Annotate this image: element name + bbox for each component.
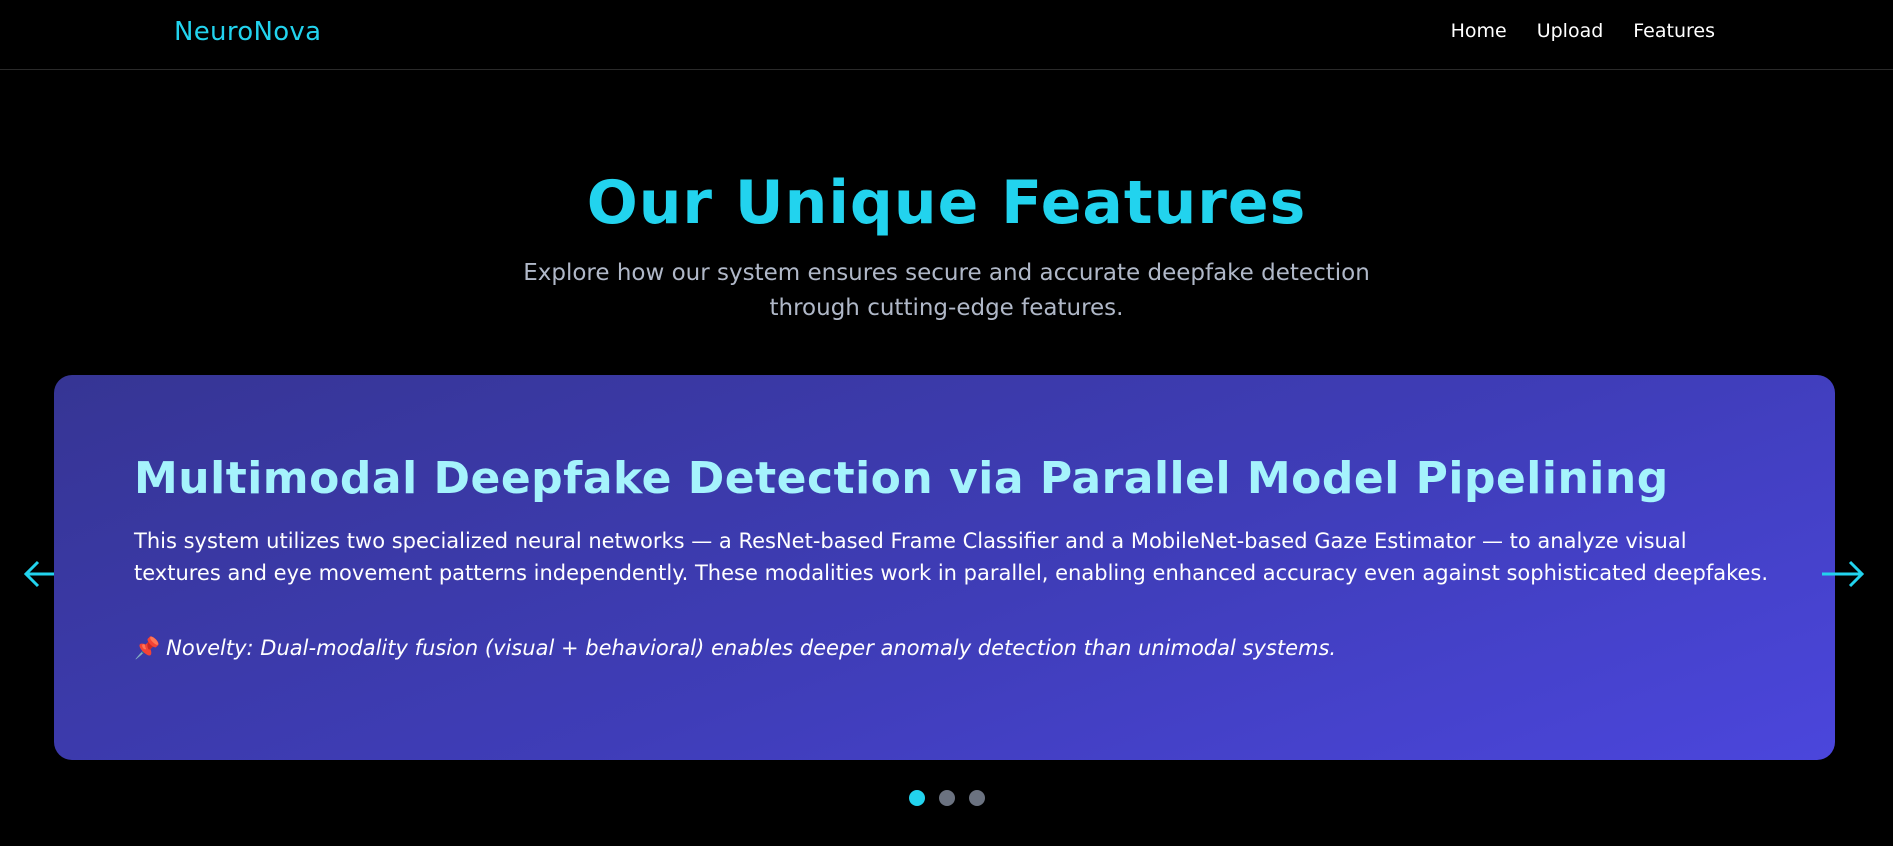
carousel-dot-2[interactable] xyxy=(938,790,955,806)
carousel-dot-3[interactable] xyxy=(968,790,985,806)
feature-slide-card: Multimodal Deepfake Detection via Parall… xyxy=(54,375,1835,760)
carousel-next-button[interactable] xyxy=(1818,549,1866,599)
nav-link-home[interactable]: Home xyxy=(1451,20,1507,42)
nav-link-features[interactable]: Features xyxy=(1633,20,1715,42)
carousel-dot-1[interactable] xyxy=(908,790,925,806)
logo[interactable]: NeuroNova xyxy=(174,17,321,47)
navbar: NeuroNova Home Upload Features xyxy=(0,0,1893,70)
section-title: Our Unique Features xyxy=(586,168,1307,238)
arrow-right-icon xyxy=(1822,560,1865,588)
nav-links: Home Upload Features xyxy=(1451,20,1715,42)
section-subtitle: Explore how our system ensures secure an… xyxy=(523,260,1370,321)
carousel-pagination xyxy=(0,790,1893,806)
nav-link-upload[interactable]: Upload xyxy=(1537,20,1604,42)
slide-title: Multimodal Deepfake Detection via Parall… xyxy=(134,453,1669,504)
slide-novelty: 📌 Novelty: Dual-modality fusion (visual +… xyxy=(134,633,1774,663)
novelty-text: Novelty: Dual-modality fusion (visual + … xyxy=(166,636,1337,660)
pushpin-icon: 📌 xyxy=(134,636,161,660)
slide-description: This system utilizes two specialized neu… xyxy=(134,529,1769,585)
